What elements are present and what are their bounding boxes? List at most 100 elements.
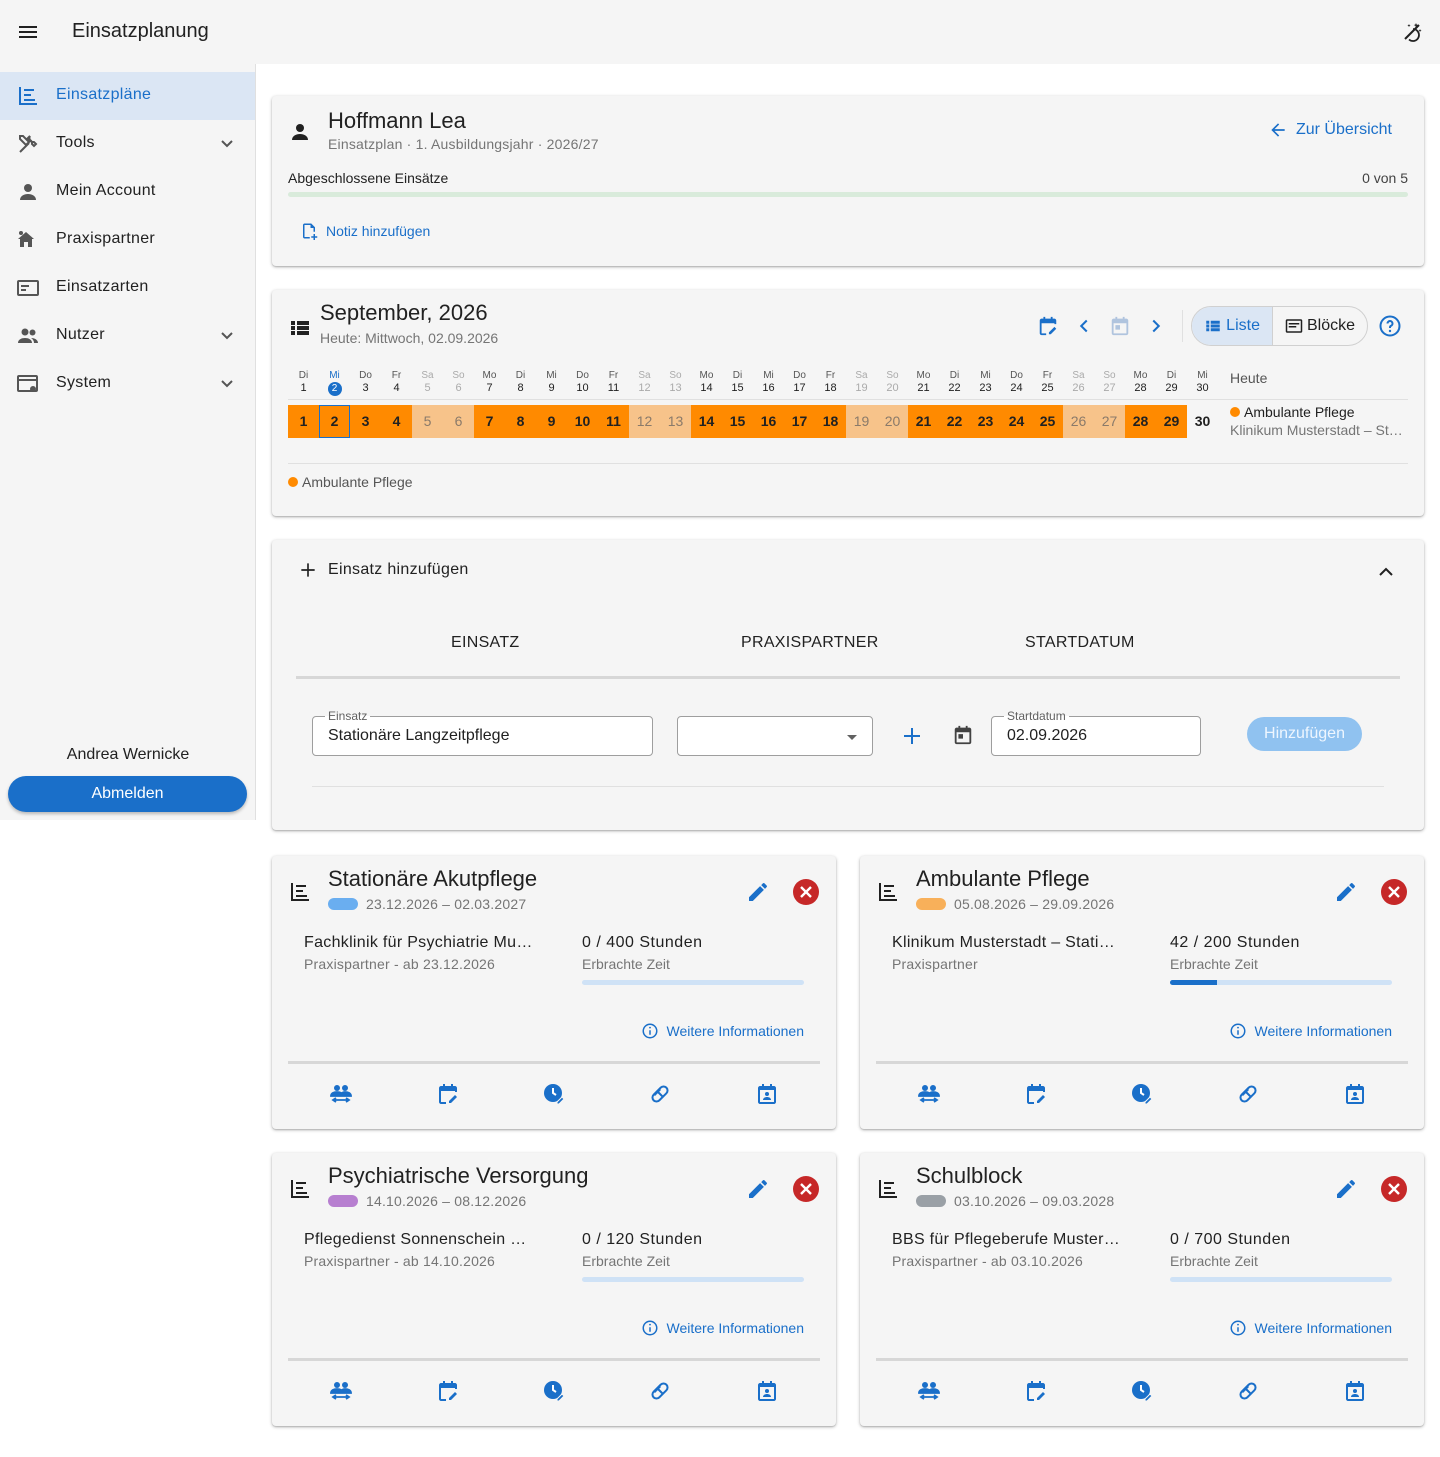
day-cell[interactable]: 17 [784,405,815,438]
help-icon[interactable] [1372,308,1408,344]
back-to-overview-link[interactable]: Zur Übersicht [1268,120,1392,140]
sidebar-item-praxispartner[interactable]: Praxispartner [0,216,255,264]
day-cell[interactable]: 16 [753,405,784,438]
logout-button[interactable]: Abmelden [8,776,247,812]
day-cell[interactable]: 6 [443,405,474,438]
day-header: Sa 5 [412,370,443,394]
delete-icon[interactable] [792,878,820,906]
card-icon [16,276,40,300]
sidebar-item-mein-account[interactable]: Mein Account [0,168,255,216]
einsatz-field[interactable]: Einsatz Stationäre Langzeitpflege [312,709,653,756]
contact-calendar-icon[interactable] [1343,1379,1367,1403]
sidebar-item-einsatzplaene[interactable]: Einsatzpläne [0,72,255,120]
day-number: 11 [607,382,620,394]
delete-icon[interactable] [792,1175,820,1203]
day-cell[interactable]: 9 [536,405,567,438]
day-cell[interactable]: 5 [412,405,443,438]
day-cell[interactable]: 14 [691,405,722,438]
card-divider [288,1061,820,1064]
swap-people-icon[interactable] [329,1082,353,1106]
more-info-link[interactable]: Weitere Informationen [641,1022,804,1040]
edit-icon[interactable] [1334,880,1358,904]
add-assignment-header[interactable]: Einsatz hinzufügen [298,560,469,580]
day-cell[interactable]: 4 [381,405,412,438]
day-cell[interactable]: 8 [505,405,536,438]
day-cell[interactable]: 28 [1125,405,1156,438]
weekday-label: Do [359,370,372,381]
medication-pill-icon[interactable] [1236,1379,1260,1403]
swap-people-icon[interactable] [917,1082,941,1106]
edit-calendar-icon[interactable] [1024,1379,1048,1403]
praxispartner-select[interactable] [677,716,873,756]
day-cell[interactable]: 26 [1063,405,1094,438]
medication-pill-icon[interactable] [1236,1082,1260,1106]
sidebar-item-einsatzarten[interactable]: Einsatzarten [0,264,255,312]
more-info-link[interactable]: Weitere Informationen [641,1319,804,1337]
day-cell[interactable]: 21 [908,405,939,438]
day-cell[interactable]: 30 [1187,405,1218,438]
edit-icon[interactable] [1334,1177,1358,1201]
chevron-right-icon[interactable] [1138,308,1174,344]
time-edit-icon[interactable] [542,1379,566,1403]
time-edit-icon[interactable] [1130,1379,1154,1403]
sidebar-item-system[interactable]: System [0,360,255,408]
startdatum-field[interactable]: Startdatum 02.09.2026 [991,709,1201,756]
edit-calendar-icon[interactable] [1024,1082,1048,1106]
hours-progress-bar [1170,980,1392,985]
day-cell[interactable]: 29 [1156,405,1187,438]
hinzufuegen-button[interactable]: Hinzufügen [1247,717,1362,751]
chevron-left-icon[interactable] [1066,308,1102,344]
today-calendar-icon[interactable] [1102,308,1138,344]
time-edit-icon[interactable] [1130,1082,1154,1106]
delete-icon[interactable] [1380,878,1408,906]
day-cell[interactable]: 23 [970,405,1001,438]
day-cell[interactable]: 2 [319,405,350,438]
top-app-bar: Einsatzplanung [0,0,1440,64]
day-cell[interactable]: 7 [474,405,505,438]
day-cell[interactable]: 13 [660,405,691,438]
contact-calendar-icon[interactable] [1343,1082,1367,1106]
day-cell[interactable]: 24 [1001,405,1032,438]
day-cell[interactable]: 1 [288,405,319,438]
edit-calendar-icon[interactable] [436,1082,460,1106]
contact-calendar-icon[interactable] [755,1379,779,1403]
add-note-button[interactable]: Notiz hinzufügen [300,222,430,240]
contact-calendar-icon[interactable] [755,1082,779,1106]
day-cell[interactable]: 15 [722,405,753,438]
add-partner-icon[interactable] [900,724,924,748]
day-cell[interactable]: 22 [939,405,970,438]
day-cell[interactable]: 18 [815,405,846,438]
weekday-label: Fr [391,370,402,381]
day-cell[interactable]: 10 [567,405,598,438]
edit-icon[interactable] [746,880,770,904]
day-cell[interactable]: 27 [1094,405,1125,438]
day-header: Di 1 [288,370,319,394]
menu-icon[interactable] [16,20,40,44]
delete-icon[interactable] [1380,1175,1408,1203]
time-edit-icon[interactable] [542,1082,566,1106]
calendar-icon[interactable] [952,724,974,746]
medication-pill-icon[interactable] [648,1082,672,1106]
view-list-button[interactable]: Liste [1192,307,1272,345]
day-cell[interactable]: 11 [598,405,629,438]
swap-people-icon[interactable] [917,1379,941,1403]
theme-toggle-icon[interactable] [1400,20,1424,44]
sidebar-item-tools[interactable]: Tools [0,120,255,168]
chevron-up-icon[interactable] [1374,560,1398,584]
edit-calendar-icon[interactable] [436,1379,460,1403]
sidebar-item-nutzer[interactable]: Nutzer [0,312,255,360]
more-info-link[interactable]: Weitere Informationen [1229,1022,1392,1040]
day-cell[interactable]: 25 [1032,405,1063,438]
day-cell[interactable]: 20 [877,405,908,438]
swap-people-icon[interactable] [329,1379,353,1403]
medication-pill-icon[interactable] [648,1379,672,1403]
day-header: Di 15 [722,370,753,394]
more-info-link[interactable]: Weitere Informationen [1229,1319,1392,1337]
edit-icon[interactable] [746,1177,770,1201]
day-cell[interactable]: 19 [846,405,877,438]
day-cell[interactable]: 12 [629,405,660,438]
day-cell[interactable]: 3 [350,405,381,438]
view-blocks-button[interactable]: Blöcke [1271,307,1367,345]
heute-partner-name: Klinikum Musterstadt – Stationäre Pflege [1230,422,1408,438]
edit-calendar-icon[interactable] [1030,308,1066,344]
